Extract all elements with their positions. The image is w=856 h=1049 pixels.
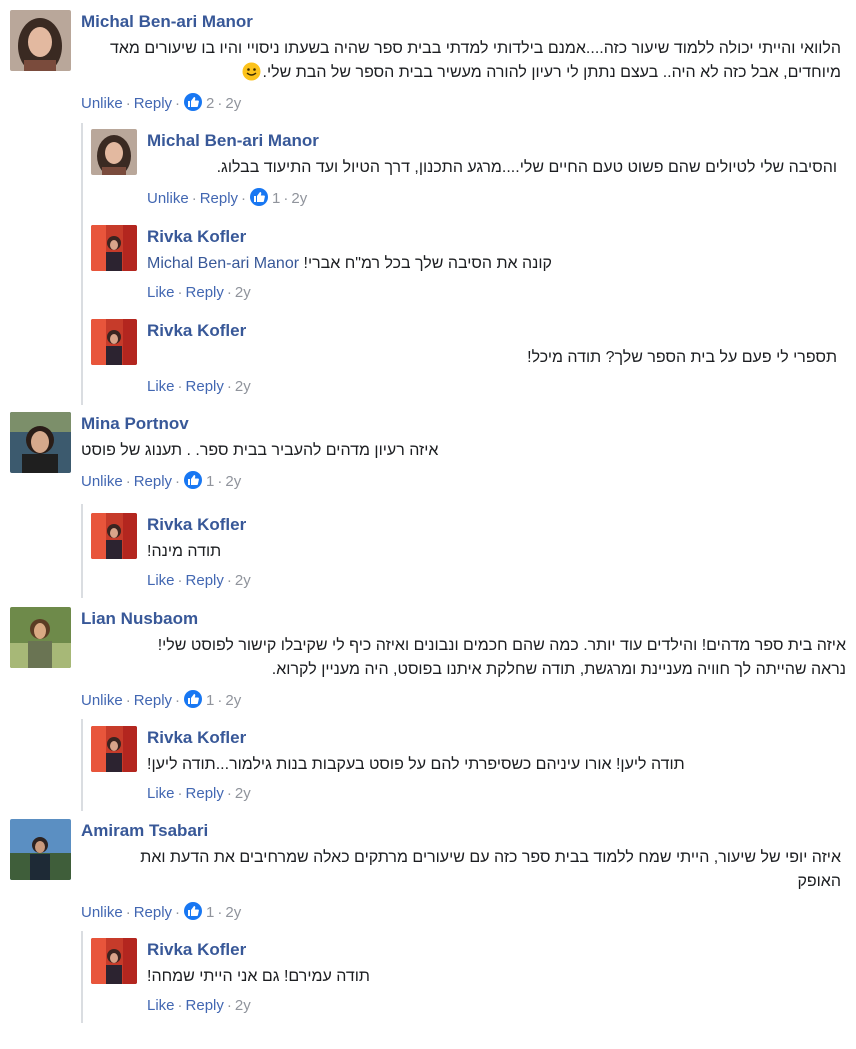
comment: Michal Ben-ari Manor הלוואי והייתי יכולה…: [10, 10, 846, 120]
avatar[interactable]: [91, 938, 137, 984]
comment-author[interactable]: Rivka Kofler: [147, 227, 846, 247]
like-reaction-icon[interactable]: [184, 471, 203, 489]
reply-link[interactable]: Reply: [134, 95, 172, 112]
avatar[interactable]: [10, 412, 71, 473]
comment-author[interactable]: Michal Ben-ari Manor: [81, 12, 846, 32]
comment-text: תודה ליען! אורו עיניהם כשסיפרתי להם על פ…: [147, 756, 685, 773]
like-link[interactable]: Like: [147, 997, 175, 1014]
reply-link[interactable]: Reply: [134, 473, 172, 490]
thread-line: [81, 931, 83, 1023]
avatar[interactable]: [91, 225, 137, 271]
avatar[interactable]: [10, 819, 71, 880]
comment-author[interactable]: Rivka Kofler: [147, 940, 846, 960]
comment-author[interactable]: Rivka Kofler: [147, 515, 846, 535]
unlike-link[interactable]: Unlike: [81, 692, 123, 709]
comment-actions: Like · Reply · 2y: [147, 572, 251, 589]
like-reaction-icon[interactable]: [184, 902, 203, 920]
unlike-link[interactable]: Unlike: [81, 904, 123, 921]
timestamp[interactable]: 2y: [225, 95, 241, 112]
comment-actions: Like · Reply · 2y: [147, 378, 251, 395]
comment: Amiram Tsabari איזה יופי של שיעור, הייתי…: [10, 819, 846, 929]
thread-line: [81, 719, 83, 811]
reply-comment: Rivka Kofler תודה ליען! אורו עיניהם כשסי…: [91, 726, 846, 811]
timestamp[interactable]: 2y: [235, 572, 251, 589]
comment-text: איזה יופי של שיעור, הייתי שמח ללמוד בבית…: [140, 849, 841, 890]
reply-comment: Rivka Kofler תספרי לי פעם על בית הספר של…: [91, 319, 846, 404]
comment-actions: Unlike · Reply · 1 · 2y: [81, 902, 242, 921]
comment-actions: Unlike · Reply · 1 · 2y: [81, 690, 242, 709]
comment-actions: Like · Reply · 2y: [147, 284, 251, 301]
like-count[interactable]: 1: [206, 692, 214, 709]
comment-author[interactable]: Lian Nusbaom: [81, 609, 846, 629]
reply-link[interactable]: Reply: [186, 785, 224, 802]
like-reaction-icon[interactable]: [184, 93, 203, 111]
avatar[interactable]: [91, 129, 137, 175]
reply-comment: Michal Ben-ari Manor והסיבה שלי לטיולים …: [91, 129, 846, 214]
like-link[interactable]: Like: [147, 284, 175, 301]
unlike-link[interactable]: Unlike: [81, 95, 123, 112]
unlike-link[interactable]: Unlike: [147, 190, 189, 207]
timestamp[interactable]: 2y: [291, 190, 307, 207]
comment-actions: Unlike · Reply · 1 · 2y: [147, 188, 308, 207]
like-count[interactable]: 1: [206, 473, 214, 490]
comment-actions: Like · Reply · 2y: [147, 785, 251, 802]
timestamp[interactable]: 2y: [225, 904, 241, 921]
thread-line: [81, 123, 83, 405]
timestamp[interactable]: 2y: [225, 473, 241, 490]
reply-link[interactable]: Reply: [186, 284, 224, 301]
comment-actions: Unlike · Reply · 1 · 2y: [81, 471, 242, 490]
unlike-link[interactable]: Unlike: [81, 473, 123, 490]
avatar[interactable]: [10, 607, 71, 668]
avatar[interactable]: [91, 726, 137, 772]
mention-link[interactable]: Michal Ben-ari Manor: [147, 255, 299, 272]
reply-link[interactable]: Reply: [186, 997, 224, 1014]
avatar[interactable]: [91, 319, 137, 365]
comment: Lian Nusbaom איזה בית ספר מדהים! והילדים…: [10, 607, 846, 717]
comment-author[interactable]: Michal Ben-ari Manor: [147, 131, 846, 151]
like-count[interactable]: 2: [206, 95, 214, 112]
reply-link[interactable]: Reply: [186, 378, 224, 395]
timestamp[interactable]: 2y: [235, 997, 251, 1014]
timestamp[interactable]: 2y: [235, 378, 251, 395]
comment-text: הלוואי והייתי יכולה ללמוד שיעור כזה....א…: [110, 40, 841, 81]
timestamp[interactable]: 2y: [235, 785, 251, 802]
like-link[interactable]: Like: [147, 572, 175, 589]
comment-text: תודה עמירם! גם אני הייתי שמחה!: [147, 968, 370, 985]
reply-link[interactable]: Reply: [200, 190, 238, 207]
comment-text: איזה רעיון מדהים להעביר בבית ספר. . תענו…: [81, 442, 439, 459]
like-count[interactable]: 1: [272, 190, 280, 207]
reply-comment: Rivka Kofler תודה מינה! Like · Reply · 2y: [91, 513, 846, 598]
smiley-emoji-icon: [242, 62, 261, 81]
comment-text: תודה מינה!: [147, 543, 222, 560]
comment-author[interactable]: Rivka Kofler: [147, 321, 846, 341]
comment-actions: Unlike · Reply · 2 · 2y: [81, 93, 242, 112]
comment-actions: Like · Reply · 2y: [147, 997, 251, 1014]
like-link[interactable]: Like: [147, 378, 175, 395]
comment-text: תספרי לי פעם על בית הספר שלך? תודה מיכל!: [527, 349, 837, 366]
reply-link[interactable]: Reply: [134, 904, 172, 921]
reply-comment: Rivka Kofler Michal Ben-ari Manor קונה א…: [91, 225, 846, 310]
timestamp[interactable]: 2y: [235, 284, 251, 301]
reply-link[interactable]: Reply: [134, 692, 172, 709]
comment: Mina Portnov איזה רעיון מדהים להעביר בבי…: [10, 412, 846, 497]
reply-comment: Rivka Kofler תודה עמירם! גם אני הייתי שמ…: [91, 938, 846, 1023]
comment-author[interactable]: Mina Portnov: [81, 414, 846, 434]
like-link[interactable]: Like: [147, 785, 175, 802]
thread-line: [81, 504, 83, 598]
comment-text: והסיבה שלי לטיולים שהם פשוט טעם החיים של…: [216, 159, 837, 176]
comment-text: Michal Ben-ari Manor קונה את הסיבה שלך ב…: [147, 255, 552, 272]
like-reaction-icon[interactable]: [250, 188, 269, 206]
like-count[interactable]: 1: [206, 904, 214, 921]
comment-text: איזה בית ספר מדהים! והילדים עוד יותר. כמ…: [157, 637, 846, 678]
avatar[interactable]: [91, 513, 137, 559]
timestamp[interactable]: 2y: [225, 692, 241, 709]
like-reaction-icon[interactable]: [184, 690, 203, 708]
reply-link[interactable]: Reply: [186, 572, 224, 589]
comment-author[interactable]: Rivka Kofler: [147, 728, 846, 748]
avatar[interactable]: [10, 10, 71, 71]
comment-author[interactable]: Amiram Tsabari: [81, 821, 846, 841]
